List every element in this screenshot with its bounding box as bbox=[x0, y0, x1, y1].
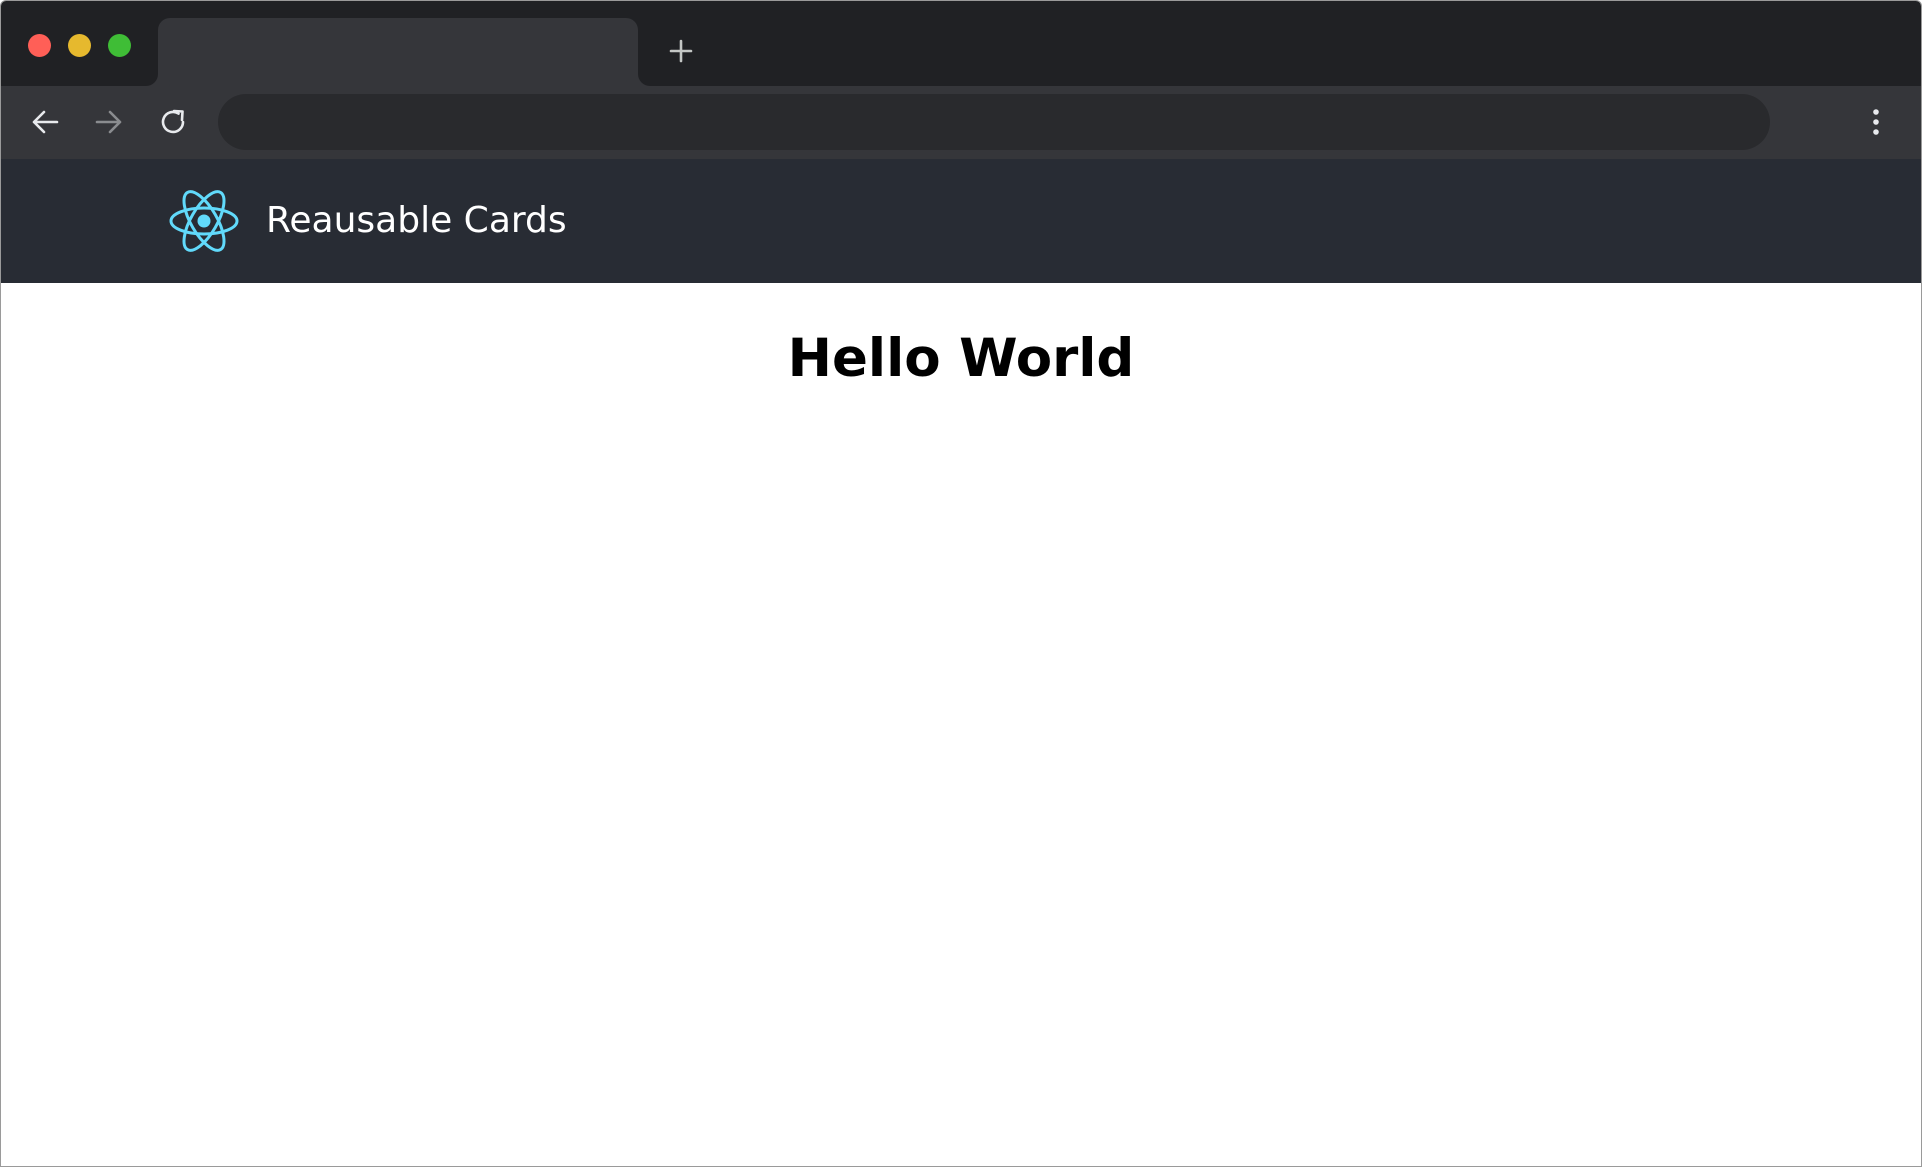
forward-button[interactable] bbox=[91, 104, 127, 140]
tab-strip bbox=[1, 1, 1921, 86]
close-window-button[interactable] bbox=[28, 34, 51, 57]
arrow-left-icon bbox=[32, 110, 59, 134]
browser-toolbar bbox=[1, 86, 1921, 159]
arrow-right-icon bbox=[95, 110, 122, 134]
reload-button[interactable] bbox=[155, 104, 191, 140]
browser-window: Reausable Cards Hello World bbox=[0, 0, 1922, 1167]
page-heading: Hello World bbox=[787, 328, 1135, 389]
main-content: Hello World bbox=[1, 283, 1921, 1166]
minimize-window-button[interactable] bbox=[68, 34, 91, 57]
address-bar[interactable] bbox=[218, 94, 1770, 150]
back-button[interactable] bbox=[27, 104, 63, 140]
react-atom-icon[interactable] bbox=[168, 184, 240, 258]
browser-menu-button[interactable] bbox=[1861, 104, 1891, 140]
new-tab-button[interactable] bbox=[665, 35, 697, 67]
reload-icon bbox=[161, 109, 185, 134]
maximize-window-button[interactable] bbox=[108, 34, 131, 57]
app-header: Reausable Cards bbox=[1, 159, 1921, 283]
plus-icon bbox=[669, 39, 693, 63]
browser-tab[interactable] bbox=[158, 18, 638, 86]
kebab-menu-icon bbox=[1873, 109, 1879, 135]
app-title: Reausable Cards bbox=[266, 200, 567, 241]
